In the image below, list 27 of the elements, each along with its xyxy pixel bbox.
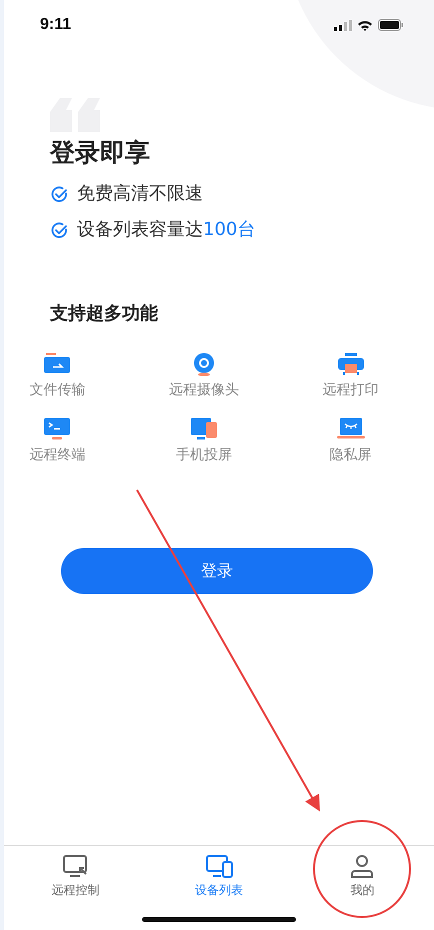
feature-label: 隐私屏 [330, 446, 372, 465]
benefit-text: 免费高清不限速 [77, 182, 203, 206]
feature-label: 远程摄像头 [168, 381, 239, 400]
check-icon [51, 186, 68, 202]
printer-icon [336, 353, 365, 376]
section-title: 支持超多功能 [50, 302, 159, 326]
login-button[interactable]: 登录 [61, 548, 373, 594]
feature-label: 手机投屏 [176, 446, 232, 465]
feature-label: 文件传输 [29, 381, 86, 400]
battery-icon [378, 19, 404, 31]
feature-label: 远程打印 [322, 381, 379, 400]
signal-icon [334, 20, 352, 30]
status-time: 9:11 [40, 16, 72, 34]
benefit-text: 设备列表容量达100台 [77, 218, 256, 242]
monitor-cursor-icon [62, 854, 90, 879]
monitor-and-phone-icon [204, 854, 233, 879]
tab[interactable]: 设备列表 [147, 854, 291, 907]
wifi-icon [357, 20, 373, 30]
screen-and-phone-icon [190, 418, 218, 441]
tab[interactable]: 我的 [290, 854, 434, 907]
hero-title: 登录即享 [50, 137, 151, 169]
tab[interactable]: 远程控制 [4, 854, 148, 907]
laptop-closed-eye-icon [336, 418, 365, 441]
check-icon [51, 222, 68, 238]
folder-icon [43, 353, 72, 376]
terminal-icon [43, 418, 72, 441]
feature-label: 远程终端 [29, 446, 86, 465]
